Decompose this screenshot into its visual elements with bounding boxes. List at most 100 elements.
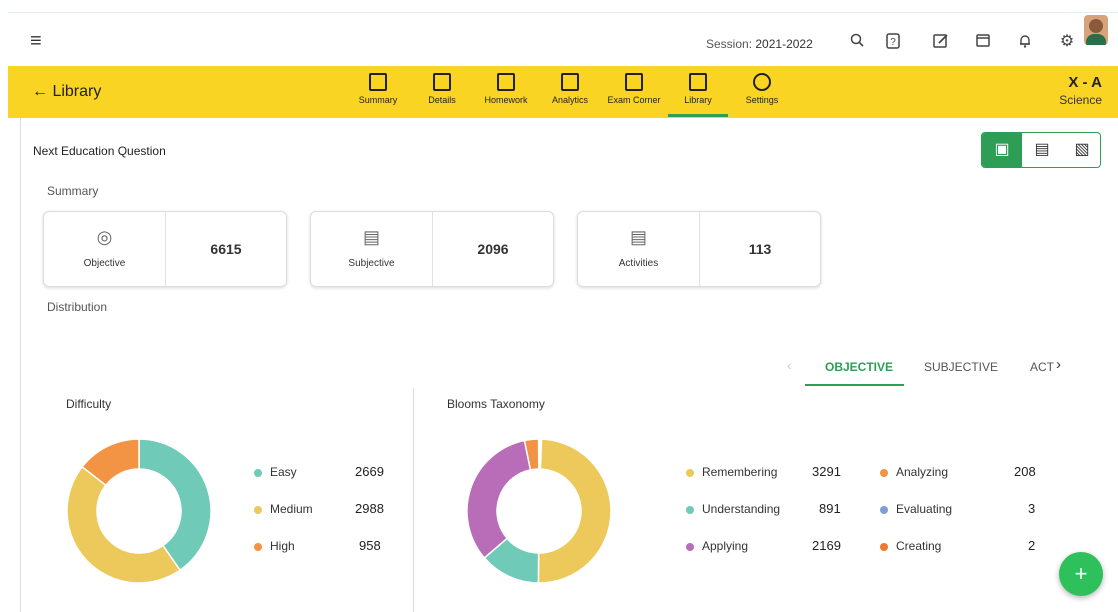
donut-slice-applying[interactable] bbox=[466, 439, 532, 559]
chevron-right-icon[interactable]: › bbox=[1056, 356, 1061, 373]
view-toggle-bag-icon[interactable]: ▣ bbox=[982, 133, 1022, 167]
search-icon[interactable] bbox=[848, 33, 866, 51]
tab-indicator bbox=[805, 384, 904, 386]
edit-icon[interactable] bbox=[932, 33, 950, 51]
card-label-area: ◎ Objective bbox=[44, 212, 166, 286]
distribution-label: Distribution bbox=[47, 300, 108, 314]
nav-analytics[interactable]: Analytics bbox=[540, 73, 600, 105]
chart-divider bbox=[413, 388, 414, 612]
book-icon bbox=[433, 73, 451, 91]
svg-text:?: ? bbox=[890, 37, 896, 48]
legend-label: High bbox=[270, 539, 295, 553]
nav-label: Settings bbox=[745, 95, 779, 105]
view-toggle-image-icon[interactable]: ▤ bbox=[1022, 133, 1062, 167]
easy-dot bbox=[254, 468, 262, 477]
back-label: Library bbox=[52, 83, 102, 100]
donut-slice-remembering[interactable] bbox=[537, 438, 612, 584]
legend-value: 3291 bbox=[812, 464, 841, 479]
donut-slice-creating[interactable] bbox=[538, 438, 543, 470]
help-icon[interactable]: ? bbox=[884, 33, 902, 51]
legend-value: 2 bbox=[1028, 538, 1036, 553]
nav-homework[interactable]: Homework bbox=[476, 73, 536, 105]
view-toggle-person-icon[interactable]: ▧ bbox=[1062, 133, 1100, 167]
high-dot bbox=[254, 542, 262, 551]
app-frame: ≡ Session: 2021-2022 ? ⚙ ← Library Summa… bbox=[0, 0, 1118, 612]
difficulty-chart-title: Difficulty bbox=[66, 397, 112, 411]
checklist-icon: ▤ bbox=[629, 227, 647, 247]
section-header: ← Library Summary Details Homework Analy… bbox=[8, 66, 1118, 118]
plus-icon: + bbox=[1074, 561, 1088, 586]
summary-label: Summary bbox=[47, 184, 99, 198]
remembering-dot bbox=[686, 468, 694, 477]
library-icon bbox=[689, 73, 707, 91]
nav-label: Exam Corner bbox=[607, 95, 661, 105]
gear-icon[interactable]: ⚙ bbox=[1058, 33, 1076, 51]
legend-easy: Easy bbox=[254, 465, 297, 479]
nav-label: Summary bbox=[358, 95, 398, 105]
nav-label: Library bbox=[684, 95, 712, 105]
nav-details[interactable]: Details bbox=[412, 73, 472, 105]
blooms-donut-chart bbox=[466, 438, 612, 584]
back-button[interactable]: ← Library bbox=[32, 83, 101, 101]
session-label: Session: bbox=[706, 37, 753, 51]
applying-dot bbox=[686, 542, 694, 551]
nav-exam-corner[interactable]: Exam Corner bbox=[604, 73, 664, 105]
legend-label: Applying bbox=[702, 539, 749, 553]
difficulty-donut-chart bbox=[66, 438, 212, 584]
class-info: X - A Science bbox=[1059, 74, 1102, 107]
legend-label: Remembering bbox=[702, 465, 778, 479]
nav-label: Analytics bbox=[551, 95, 588, 105]
card-value: 6615 bbox=[210, 241, 242, 257]
top-bar: ≡ Session: 2021-2022 ? ⚙ bbox=[8, 12, 1118, 66]
nav-library[interactable]: Library bbox=[668, 73, 728, 117]
blooms-chart-title: Blooms Taxonomy bbox=[447, 397, 545, 411]
activities-card[interactable]: ▤ Activities 113 bbox=[577, 211, 821, 287]
medium-dot bbox=[254, 505, 262, 514]
legend-label: Evaluating bbox=[896, 502, 953, 516]
add-button[interactable]: + bbox=[1059, 552, 1103, 596]
legend-understanding: Understanding bbox=[686, 502, 780, 516]
page-title: Next Education Question bbox=[33, 144, 166, 158]
legend-analyzing: Analyzing bbox=[880, 465, 948, 479]
legend-remembering: Remembering bbox=[686, 465, 777, 479]
top-strip bbox=[0, 0, 1118, 10]
objective-card[interactable]: ◎ Objective 6615 bbox=[43, 211, 287, 287]
legend-label: Medium bbox=[270, 502, 313, 516]
settings-icon bbox=[753, 73, 771, 91]
bell-icon[interactable] bbox=[1016, 33, 1034, 51]
legend-value: 2988 bbox=[355, 501, 384, 516]
card-label: Subjective bbox=[348, 258, 395, 269]
summary-icon bbox=[369, 73, 387, 91]
legend-value: 958 bbox=[359, 538, 381, 553]
legend-label: Easy bbox=[270, 465, 297, 479]
tab-subjective[interactable]: SUBJECTIVE bbox=[924, 360, 998, 374]
donut-slice-easy[interactable] bbox=[138, 438, 212, 572]
tab-activities[interactable]: ACT bbox=[1030, 360, 1054, 374]
class-name: X - A bbox=[1068, 74, 1102, 91]
nav-summary[interactable]: Summary bbox=[348, 73, 408, 105]
target-icon: ◎ bbox=[96, 227, 113, 247]
calendar-icon[interactable] bbox=[974, 33, 992, 51]
nav-settings[interactable]: Settings bbox=[732, 73, 792, 105]
legend-evaluating: Evaluating bbox=[880, 502, 952, 516]
avatar[interactable] bbox=[1084, 15, 1108, 45]
legend-applying: Applying bbox=[686, 539, 748, 553]
legend-value: 208 bbox=[1014, 464, 1036, 479]
subjective-card[interactable]: ▤ Subjective 2096 bbox=[310, 211, 554, 287]
legend-medium: Medium bbox=[254, 502, 313, 516]
evaluating-dot bbox=[880, 505, 888, 514]
card-label: Objective bbox=[83, 258, 126, 269]
analyzing-dot bbox=[880, 468, 888, 477]
chevron-left-icon[interactable]: ‹ bbox=[787, 357, 792, 373]
homework-icon bbox=[497, 73, 515, 91]
tab-objective[interactable]: OBJECTIVE bbox=[825, 360, 893, 374]
legend-label: Analyzing bbox=[896, 465, 949, 479]
menu-icon[interactable]: ≡ bbox=[30, 31, 42, 51]
subject-name: Science bbox=[1059, 93, 1102, 107]
nav-label: Details bbox=[428, 95, 456, 105]
card-label-area: ▤ Subjective bbox=[311, 212, 433, 286]
legend-label: Understanding bbox=[702, 502, 781, 516]
donut-slice-medium[interactable] bbox=[66, 465, 182, 584]
card-label-area: ▤ Activities bbox=[578, 212, 700, 286]
legend-value: 2169 bbox=[812, 538, 841, 553]
